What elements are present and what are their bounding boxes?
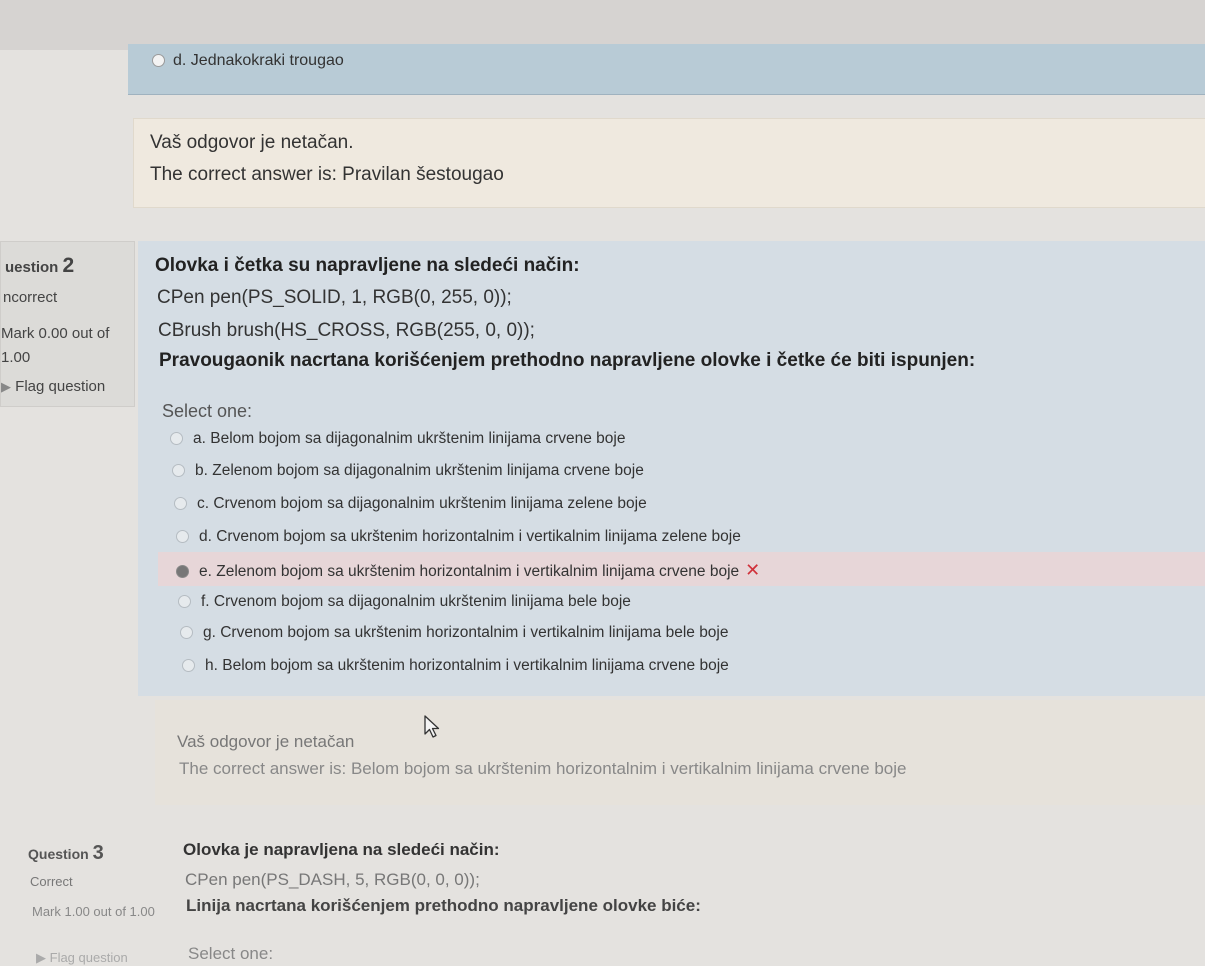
option-label: b. Zelenom bojom sa dijagonalnim ukršten… <box>195 462 644 479</box>
top-band <box>0 0 1205 50</box>
question-3-code-line: CPen pen(PS_DASH, 5, RGB(0, 0, 0)); <box>185 870 480 889</box>
question-grade: Mark 1.00 out of 1.00 <box>32 904 155 919</box>
radio-button[interactable] <box>182 659 195 673</box>
answer-option-c[interactable]: c. Crvenom bojom sa dijagonalnim ukršten… <box>174 495 647 513</box>
question-number-value: 3 <box>92 842 104 864</box>
question-3-select-one-label: Select one: <box>188 944 274 963</box>
answer-option-b[interactable]: b. Zelenom bojom sa dijagonalnim ukršten… <box>172 462 644 480</box>
radio-button-selected[interactable] <box>176 565 189 579</box>
correct-answer-text: The correct answer is: Pravilan šestouga… <box>150 164 504 185</box>
mouse-pointer-icon <box>424 715 440 738</box>
incorrect-icon: ✕ <box>745 560 761 580</box>
question-number: Question 3 <box>28 842 104 865</box>
option-label: f. Crvenom bojom sa dijagonalnim ukršten… <box>201 593 631 610</box>
flag-question-link[interactable]: ▶ Flag question <box>36 950 128 966</box>
option-label: h. Belom bojom sa ukrštenim horizontalni… <box>205 657 729 674</box>
flag-question-label: Flag question <box>49 950 128 965</box>
feedback-text: Vaš odgovor je netačan <box>177 732 355 751</box>
previous-question-answer-box: d. Jednakokraki trougao <box>128 44 1205 95</box>
answer-option-h[interactable]: h. Belom bojom sa ukrštenim horizontalni… <box>182 657 729 675</box>
code-line-brush: CBrush brush(HS_CROSS, RGB(255, 0, 0)); <box>158 320 535 341</box>
question-grade: Mark 0.00 out of 1.00 <box>1 325 110 366</box>
option-label: a. Belom bojom sa dijagonalnim ukrštenim… <box>193 430 626 447</box>
radio-button[interactable] <box>172 464 185 478</box>
question-number-value: 2 <box>62 254 75 277</box>
question-state: ncorrect <box>3 289 58 306</box>
question-number-label: Question <box>28 846 89 862</box>
answer-option-e[interactable]: e. Zelenom bojom sa ukrštenim horizontal… <box>176 560 760 581</box>
option-label: c. Crvenom bojom sa dijagonalnim ukršten… <box>197 495 647 512</box>
flag-question-link[interactable]: ▶ Flag question <box>1 378 105 395</box>
radio-button[interactable] <box>180 626 193 640</box>
radio-button[interactable] <box>176 530 189 544</box>
question-number-label: uestion <box>5 259 59 276</box>
previous-option-d[interactable]: d. Jednakokraki trougao <box>152 52 344 70</box>
answer-option-d[interactable]: d. Crvenom bojom sa ukrštenim horizontal… <box>176 528 741 546</box>
radio-button[interactable] <box>174 497 187 511</box>
option-label: g. Crvenom bojom sa ukrštenim horizontal… <box>203 624 729 641</box>
option-label: e. Zelenom bojom sa ukrštenim horizontal… <box>199 563 740 580</box>
question-3-title: Olovka je napravljena na sledeći način: <box>183 840 500 859</box>
answer-option-g[interactable]: g. Crvenom bojom sa ukrštenim horizontal… <box>180 624 729 642</box>
answer-option-a[interactable]: a. Belom bojom sa dijagonalnim ukrštenim… <box>170 430 626 448</box>
flag-icon: ▶ <box>36 950 46 965</box>
question-3-prompt: Linija nacrtana korišćenjem prethodno na… <box>186 896 701 915</box>
radio-button[interactable] <box>178 595 191 609</box>
question-2-feedback: Vaš odgovor je netačan The correct answe… <box>155 700 1205 805</box>
correct-answer-text: The correct answer is: Belom bojom sa uk… <box>179 759 907 778</box>
option-label: d. Crvenom bojom sa ukrštenim horizontal… <box>199 528 741 545</box>
question-2-info: uestion 2 ncorrect Mark 0.00 out of 1.00… <box>0 241 135 407</box>
previous-question-feedback: Vaš odgovor je netačan. The correct answ… <box>133 118 1205 208</box>
question-state: Correct <box>30 874 73 889</box>
question-number: uestion 2 <box>5 254 74 278</box>
select-one-label: Select one: <box>162 401 253 421</box>
question-prompt: Pravougaonik nacrtana korišćenjem pretho… <box>159 350 976 371</box>
question-3-info: Question 3 Correct Mark 1.00 out of 1.00… <box>28 838 168 965</box>
flag-icon: ▶ <box>1 379 11 394</box>
question-2-content: Olovka i četka su napravljene na sledeći… <box>138 241 1205 696</box>
code-line-pen: CPen pen(PS_SOLID, 1, RGB(0, 255, 0)); <box>157 287 512 308</box>
feedback-text: Vaš odgovor je netačan. <box>150 132 354 153</box>
flag-question-label: Flag question <box>15 378 106 395</box>
answer-option-f[interactable]: f. Crvenom bojom sa dijagonalnim ukršten… <box>178 593 631 611</box>
radio-button[interactable] <box>152 54 165 68</box>
radio-button[interactable] <box>170 432 183 446</box>
option-label: d. Jednakokraki trougao <box>173 52 344 69</box>
question-title: Olovka i četka su napravljene na sledeći… <box>155 255 580 276</box>
